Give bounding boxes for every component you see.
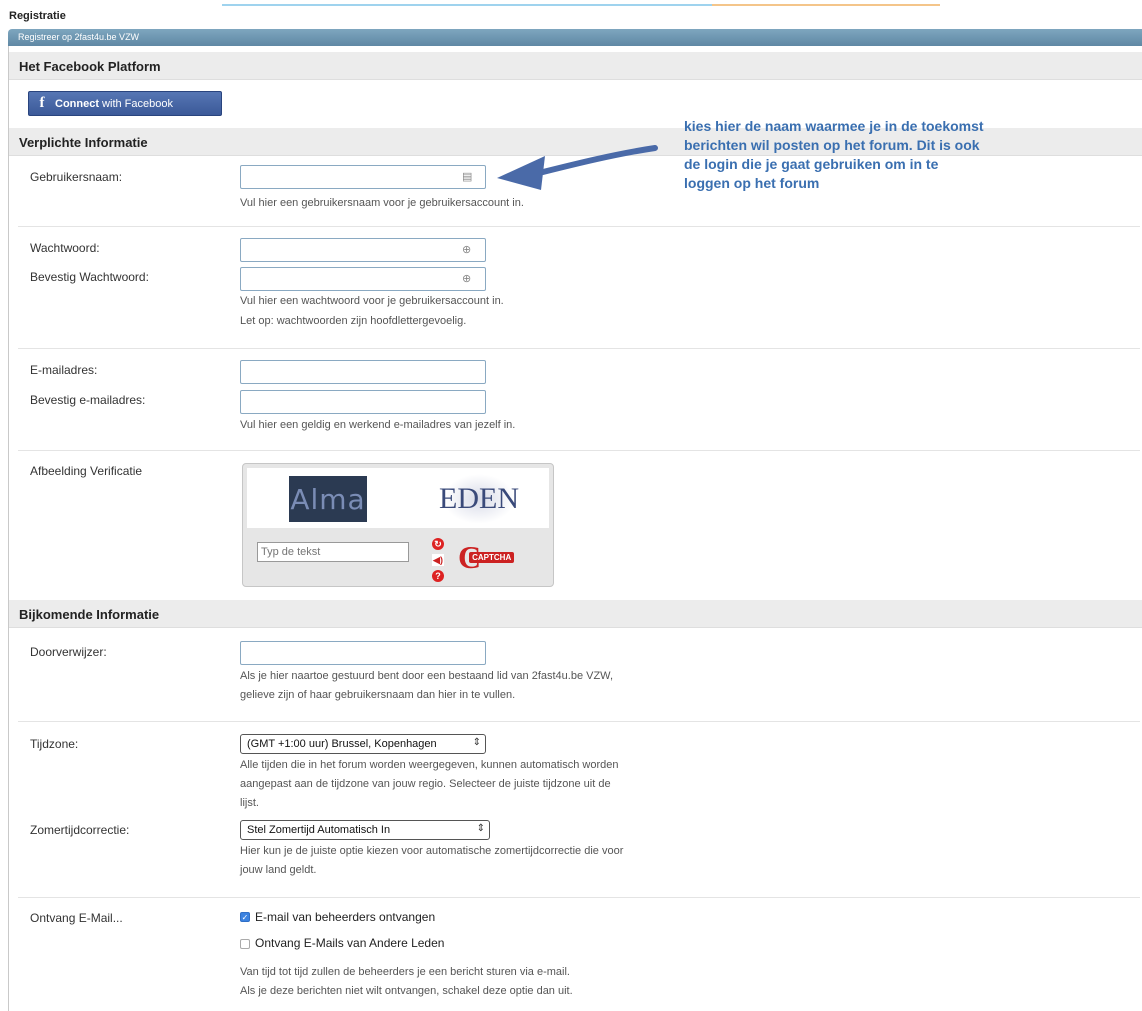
password-input[interactable] xyxy=(240,238,486,262)
dst-label: Zomertijdcorrectie: xyxy=(30,823,130,837)
facebook-icon: f xyxy=(39,95,45,111)
id-card-icon: ▤ xyxy=(462,171,473,183)
divider xyxy=(18,226,1140,227)
captcha-logo: C CAPTCHA xyxy=(458,541,538,573)
password-help-1: Vul hier een wachtwoord voor je gebruike… xyxy=(240,295,504,307)
select-arrows-icon: ⇕ xyxy=(476,823,485,834)
facebook-button-label: Connect with Facebook xyxy=(55,97,173,110)
timezone-value: (GMT +1:00 uur) Brussel, Kopenhagen xyxy=(247,738,437,750)
section-additional-information: Bijkomende Informatie xyxy=(9,600,1142,628)
captcha-word-1: Alma xyxy=(289,476,367,522)
referrer-input[interactable] xyxy=(240,641,486,665)
referrer-help-1: Als je hier naartoe gestuurd bent door e… xyxy=(240,670,614,682)
email-confirm-input[interactable] xyxy=(240,390,486,414)
timezone-help-1: Alle tijden die in het forum worden weer… xyxy=(240,759,619,771)
captcha-brand: CAPTCHA xyxy=(469,551,515,563)
divider xyxy=(18,348,1140,349)
admin-email-label[interactable]: E-mail van beheerders ontvangen xyxy=(255,910,435,924)
select-arrows-icon: ⇕ xyxy=(472,737,481,748)
section-facebook-platform: Het Facebook Platform xyxy=(9,52,1142,80)
refresh-icon[interactable]: ↻ xyxy=(432,538,444,550)
key-icon: ⊕ xyxy=(462,244,472,256)
timezone-select[interactable]: (GMT +1:00 uur) Brussel, Kopenhagen ⇕ xyxy=(240,734,486,754)
captcha-label: Afbeelding Verificatie xyxy=(30,464,143,478)
email-label: E-mailadres: xyxy=(30,363,98,377)
username-input[interactable] xyxy=(240,165,486,189)
divider xyxy=(18,721,1140,722)
captcha-image: Alma EDEN xyxy=(247,468,549,528)
email-options-help-1: Van tijd tot tijd zullen de beheerders j… xyxy=(240,966,570,978)
captcha-widget: Alma EDEN ↻ ◀) ? C CAPTCHA xyxy=(242,463,554,587)
member-email-label[interactable]: Ontvang E-Mails van Andere Leden xyxy=(255,936,444,950)
connect-with-facebook-button[interactable]: f Connect with Facebook xyxy=(28,91,222,116)
top-accent-line-orange xyxy=(712,4,940,6)
password-label: Wachtwoord: xyxy=(30,241,100,255)
email-help: Vul hier een geldig en werkend e-mailadr… xyxy=(240,419,516,431)
captcha-input[interactable] xyxy=(257,542,409,562)
email-options-help-2: Als je deze berichten niet wilt ontvange… xyxy=(240,985,573,997)
username-help: Vul hier een gebruikersnaam voor je gebr… xyxy=(240,197,524,209)
dst-help-2: jouw land geldt. xyxy=(240,864,317,876)
annotation-line-2: berichten wil posten op het forum. Dit i… xyxy=(684,137,980,153)
dst-select[interactable]: Stel Zomertijd Automatisch In ⇕ xyxy=(240,820,490,840)
password-confirm-input[interactable] xyxy=(240,267,486,291)
username-label: Gebruikersnaam: xyxy=(30,170,123,184)
member-email-checkbox[interactable] xyxy=(240,939,250,949)
top-accent-line-blue xyxy=(222,4,712,6)
annotation-line-1: kies hier de naam waarmee je in de toeko… xyxy=(684,118,984,134)
key-icon: ⊕ xyxy=(462,273,472,285)
annotation-line-4: loggen op het forum xyxy=(684,175,820,191)
email-options-label: Ontvang E-Mail... xyxy=(30,911,123,925)
dst-value: Stel Zomertijd Automatisch In xyxy=(247,824,391,836)
timezone-help-3: lijst. xyxy=(240,797,259,809)
referrer-help-2: gelieve zijn of haar gebruikersnaam dan … xyxy=(240,689,516,701)
page-title: Registratie xyxy=(9,10,66,22)
dst-help-1: Hier kun je de juiste optie kiezen voor … xyxy=(240,845,624,857)
captcha-word-2: EDEN xyxy=(439,474,519,524)
divider xyxy=(18,450,1140,451)
timezone-help-2: aangepast aan de tijdzone van jouw regio… xyxy=(240,778,611,790)
arrow-icon xyxy=(497,145,658,190)
help-icon[interactable]: ? xyxy=(432,570,444,582)
frame-border xyxy=(8,46,9,1011)
board-header: Registreer op 2fast4u.be VZW xyxy=(8,29,1142,46)
admin-email-checkbox[interactable]: ✓ xyxy=(240,912,250,922)
password-confirm-label: Bevestig Wachtwoord: xyxy=(30,270,149,284)
referrer-label: Doorverwijzer: xyxy=(30,645,107,659)
divider xyxy=(18,897,1140,898)
email-confirm-label: Bevestig e-mailadres: xyxy=(30,393,146,407)
audio-icon[interactable]: ◀) xyxy=(432,554,444,566)
timezone-label: Tijdzone: xyxy=(30,737,79,751)
password-help-2: Let op: wachtwoorden zijn hoofdlettergev… xyxy=(240,315,467,327)
email-input[interactable] xyxy=(240,360,486,384)
annotation-line-3: de login die je gaat gebruiken om in te xyxy=(684,156,939,172)
tutorial-annotation: kies hier de naam waarmee je in de toeko… xyxy=(684,117,1094,193)
